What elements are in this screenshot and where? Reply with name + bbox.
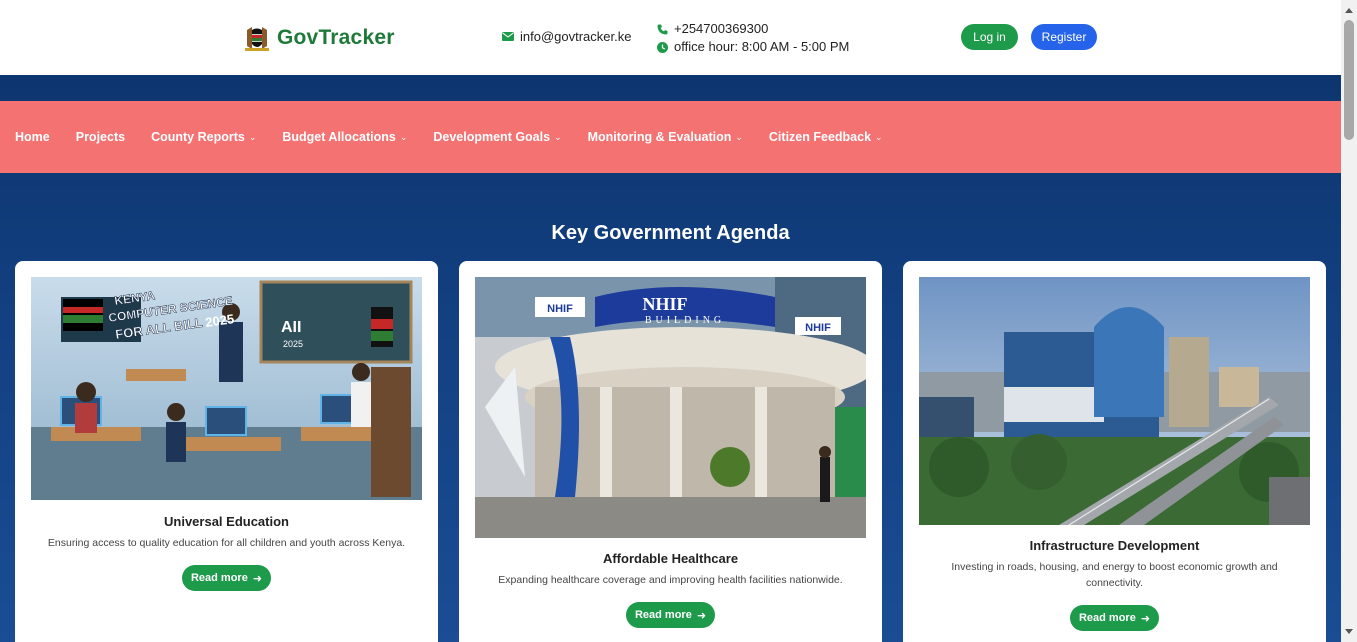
chevron-down-icon: ⌄ (735, 131, 743, 142)
agenda-card-healthcare: NHIF BUILDING NHIF NHIF Affordable Healt… (459, 261, 882, 642)
card-title: Affordable Healthcare (602, 551, 739, 566)
nav-item-budget-allocations[interactable]: Budget Allocations ⌄ (282, 130, 407, 144)
card-description: Investing in roads, housing, and energy … (951, 561, 1278, 589)
chevron-down-icon: ⌄ (399, 131, 408, 142)
svg-text:AII: AII (281, 319, 301, 336)
email-text: info@govtracker.ke (520, 29, 632, 44)
nav-label: County Reports (151, 130, 245, 144)
coat-of-arms-icon (245, 27, 269, 51)
nav-label: Home (15, 130, 50, 144)
phone-icon (657, 24, 668, 34)
arrow-right-icon: ➜ (1140, 612, 1151, 625)
contact-email[interactable]: info@govtracker.ke (502, 29, 631, 44)
card-title: Infrastructure Development (1029, 538, 1200, 553)
scrollbar-thumb[interactable] (1344, 20, 1354, 140)
read-more-label: Read more (1078, 612, 1136, 624)
education-image: KENYA COMPUTER SCIENCE FOR ALL BILL 2025… (31, 277, 422, 500)
office-hours-text: office hour: 8:00 AM - 5:00 PM (674, 39, 850, 54)
chevron-down-icon: ⌄ (248, 131, 257, 142)
login-button[interactable]: Log in (961, 24, 1018, 50)
card-description: Expanding healthcare coverage and improv… (498, 574, 843, 586)
phone-text: +254700369300 (674, 21, 769, 36)
read-more-label: Read more (634, 609, 692, 621)
read-more-button[interactable]: Read more ➜ (626, 602, 715, 628)
nav-label: Citizen Feedback (768, 130, 872, 144)
nav-item-county-reports[interactable]: County Reports ⌄ (151, 130, 256, 144)
nav-item-citizen-feedback[interactable]: Citizen Feedback ⌄ (769, 130, 883, 144)
agenda-card-infrastructure: Infrastructure Development Investing in … (903, 261, 1326, 642)
register-button[interactable]: Register (1031, 24, 1097, 50)
chevron-down-icon: ⌄ (554, 131, 562, 142)
nav-label: Projects (75, 130, 126, 144)
chevron-down-icon: ⌄ (875, 131, 883, 142)
nav-label: Development Goals (433, 130, 551, 144)
infrastructure-image (919, 277, 1310, 525)
page-scrollbar[interactable] (1341, 0, 1357, 642)
scroll-up-arrow-icon[interactable] (1345, 8, 1353, 13)
card-description: Ensuring access to quality education for… (47, 537, 406, 549)
section-title: Key Government Agenda (551, 222, 790, 244)
healthcare-image: NHIF BUILDING NHIF NHIF (475, 277, 866, 538)
nav-item-home[interactable]: Home (15, 130, 50, 144)
nav-item-development-goals[interactable]: Development Goals ⌄ (433, 130, 561, 144)
contact-phone-hours: +254700369300 office hour: 8:00 AM - 5:0… (657, 20, 849, 56)
scroll-down-arrow-icon[interactable] (1345, 629, 1353, 634)
nav-item-projects[interactable]: Projects (76, 130, 125, 144)
read-more-button[interactable]: Read more ➜ (1070, 605, 1159, 631)
site-logo[interactable]: GovTracker (243, 24, 395, 52)
arrow-right-icon: ➜ (252, 572, 263, 585)
svg-text:NHIF: NHIF (643, 294, 688, 314)
envelope-icon (502, 32, 514, 41)
agenda-card-education: KENYA COMPUTER SCIENCE FOR ALL BILL 2025… (15, 261, 438, 642)
main-navigation: Home Projects County Reports ⌄ Budget All… (0, 101, 1341, 173)
clock-icon (657, 41, 668, 53)
nav-label: Monitoring & Evaluation (587, 130, 732, 144)
top-header: GovTracker info@govtracker.ke +254700369… (0, 0, 1341, 75)
svg-text:NHIF: NHIF (547, 303, 573, 315)
arrow-right-icon: ➜ (696, 609, 707, 622)
read-more-label: Read more (190, 572, 248, 584)
card-title: Universal Education (164, 514, 289, 529)
read-more-button[interactable]: Read more ➜ (182, 565, 271, 591)
svg-text:2025: 2025 (283, 339, 303, 349)
nav-label: Budget Allocations (282, 130, 396, 144)
svg-text:NHIF: NHIF (805, 322, 831, 334)
nav-item-monitoring-evaluation[interactable]: Monitoring & Evaluation ⌄ (588, 130, 743, 144)
logo-text: GovTracker (277, 26, 395, 49)
svg-text:BUILDING: BUILDING (645, 315, 725, 326)
